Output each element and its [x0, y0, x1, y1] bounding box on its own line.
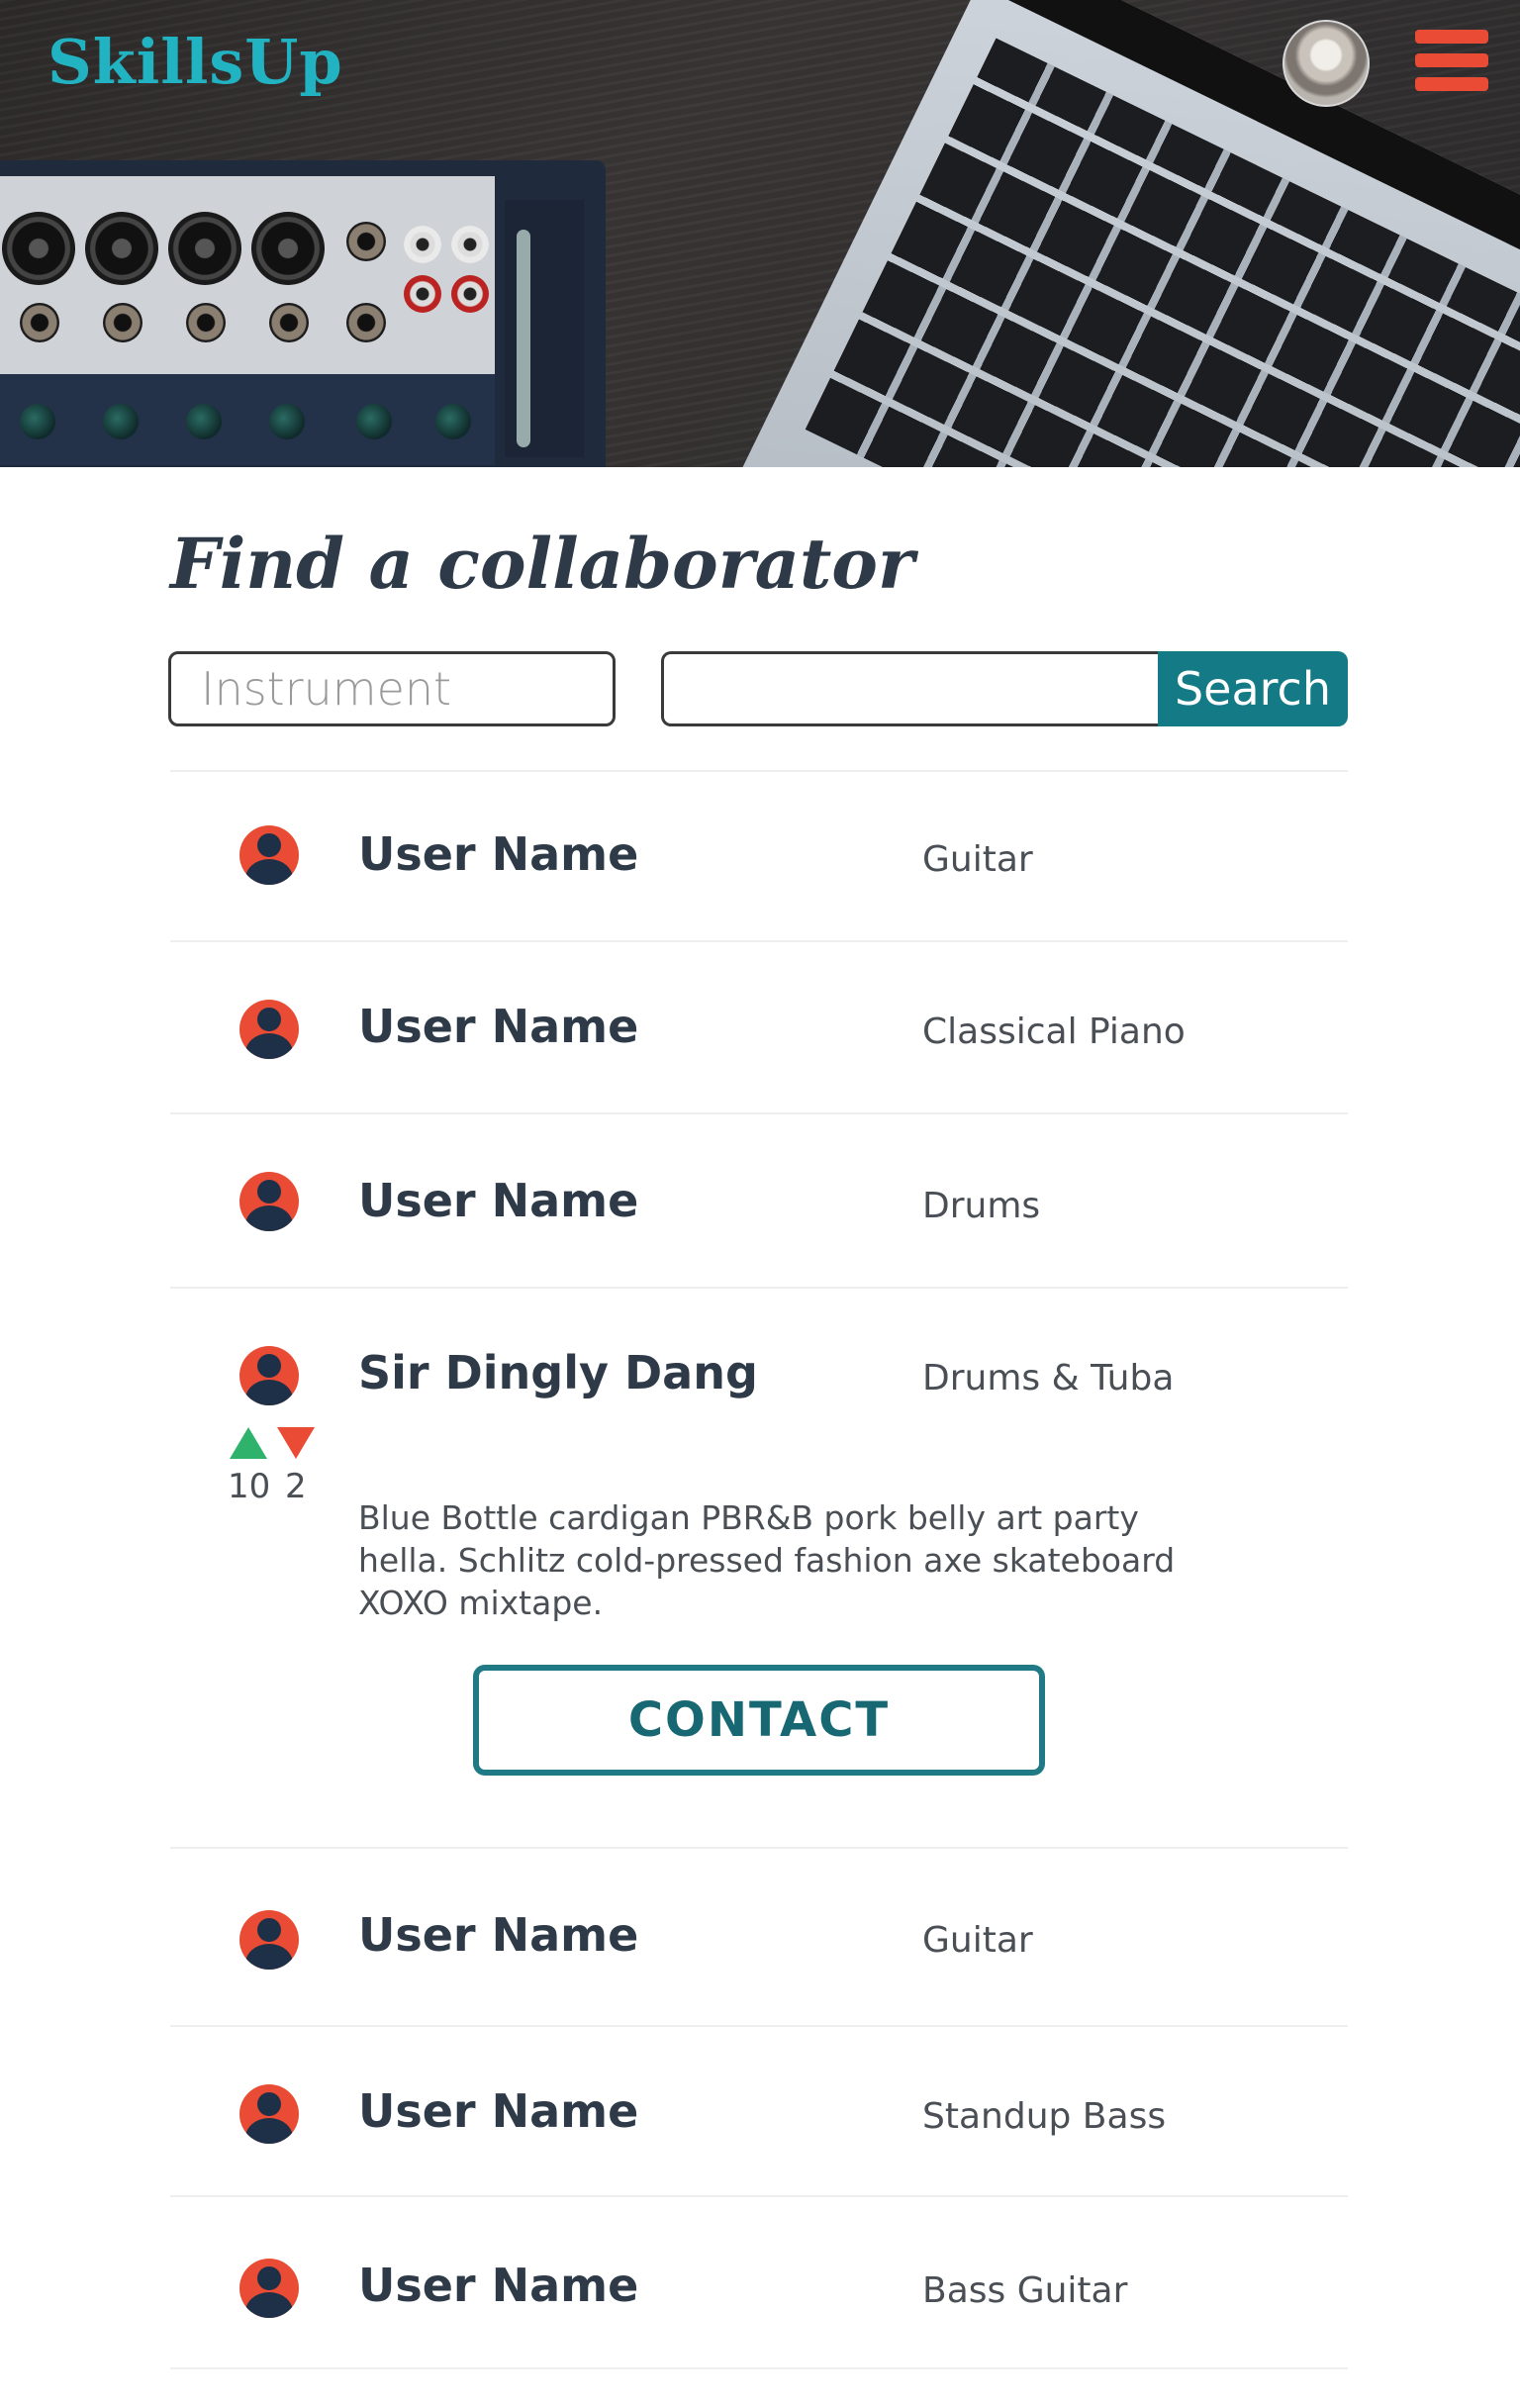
- result-row[interactable]: User Name Standup Bass: [170, 2025, 1348, 2195]
- user-instrument: Drums & Tuba: [922, 1358, 1175, 1398]
- result-row[interactable]: User Name Classical Piano: [170, 940, 1348, 1112]
- user-instrument: Guitar: [922, 1920, 1033, 1961]
- user-name: User Name: [358, 1174, 639, 1227]
- user-icon: [239, 825, 299, 885]
- contact-button[interactable]: CONTACT: [473, 1665, 1045, 1776]
- audio-mixer-image: [0, 160, 606, 467]
- user-bio: Blue Bottle cardigan PBR&B pork belly ar…: [358, 1498, 1176, 1622]
- hero-header: SkillsUp: [0, 0, 1520, 467]
- user-instrument: Bass Guitar: [922, 2270, 1128, 2311]
- user-icon: [239, 1172, 299, 1231]
- user-instrument: Standup Bass: [922, 2096, 1167, 2137]
- result-row[interactable]: User Name Guitar: [170, 770, 1348, 940]
- user-icon: [239, 1346, 299, 1405]
- user-name: User Name: [358, 2259, 639, 2312]
- triangle-up-icon[interactable]: [230, 1427, 267, 1459]
- user-instrument: Drums: [922, 1186, 1041, 1226]
- result-row[interactable]: User Name Bass Guitar: [170, 2195, 1348, 2367]
- hamburger-menu-icon[interactable]: [1415, 30, 1488, 93]
- user-name: Sir Dingly Dang: [358, 1346, 758, 1399]
- result-row[interactable]: User Name Guitar: [170, 1847, 1348, 2025]
- result-row-expanded: Sir Dingly Dang Drums & Tuba 10 2 Blue B…: [170, 1287, 1348, 1847]
- user-icon: [239, 2259, 299, 2318]
- search-bar: Search: [661, 651, 1348, 726]
- user-icon: [239, 1910, 299, 1970]
- upvote-count: 10: [228, 1467, 271, 1506]
- app-logo[interactable]: SkillsUp: [48, 26, 343, 98]
- user-name: User Name: [358, 827, 639, 881]
- instrument-input[interactable]: [168, 651, 616, 726]
- user-icon: [239, 2084, 299, 2144]
- downvote-count: 2: [285, 1467, 307, 1506]
- user-instrument: Classical Piano: [922, 1011, 1186, 1052]
- page-title: Find a collaborator: [170, 523, 914, 605]
- search-button[interactable]: Search: [1158, 651, 1348, 726]
- result-row[interactable]: User Name Drums: [170, 1112, 1348, 1287]
- user-icon: [239, 1000, 299, 1059]
- user-name: User Name: [358, 1908, 639, 1962]
- user-name: User Name: [358, 1000, 639, 1053]
- profile-avatar[interactable]: [1282, 20, 1370, 107]
- list-divider: [170, 2367, 1348, 2369]
- user-name: User Name: [358, 2084, 639, 2138]
- search-input[interactable]: [661, 651, 1166, 726]
- user-instrument: Guitar: [922, 839, 1033, 880]
- triangle-down-icon[interactable]: [277, 1427, 315, 1459]
